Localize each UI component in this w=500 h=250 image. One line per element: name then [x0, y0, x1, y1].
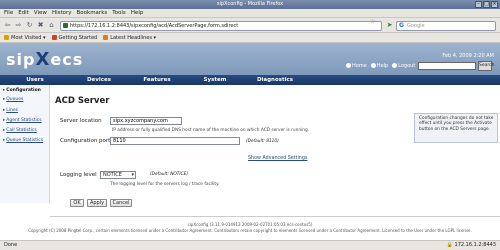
page-title: ACD Server [55, 96, 110, 106]
info-note: Configuration changes do not take effect… [414, 113, 498, 143]
config-port-label: Configuration port [60, 138, 111, 144]
logging-level-select[interactable]: NOTICE ▾ [100, 171, 136, 179]
back-icon[interactable]: ⇦ [3, 21, 12, 30]
app-search-button[interactable]: Search [478, 61, 494, 71]
server-location-hint: IP address or fully qualified DNS host n… [112, 128, 310, 133]
logging-level-default: (Default: NOTICE) [150, 172, 189, 177]
window-controls: – □ × [475, 1, 498, 8]
status-text: Done [4, 242, 18, 248]
rss-icon [103, 35, 109, 40]
menu-bar: File Edit View History Bookmarks Tools H… [0, 9, 500, 18]
config-port-input[interactable] [110, 137, 240, 145]
url-text: https://172.16.1.2:8443/sipxconfig/acd/A… [70, 23, 239, 29]
menu-history[interactable]: History [52, 10, 72, 16]
menu-bookmarks[interactable]: Bookmarks [77, 10, 108, 16]
sipxecs-logo: sipXecs [6, 49, 84, 70]
google-icon[interactable]: G [399, 22, 404, 30]
header-link-help[interactable]: Help [370, 63, 388, 69]
bookmark-folder-icon [4, 35, 9, 40]
dropdown-arrow-icon: ▾ [131, 172, 134, 178]
tab-features[interactable]: Features [128, 75, 186, 85]
sidebar-item-agent-statistics[interactable]: Agent Statistics [3, 118, 41, 123]
web-search-input[interactable]: G Google [396, 21, 496, 31]
navigation-toolbar: ⇦ ⇨ ↻ ✖ ⌂ https://172.16.1.2:8443/sipxco… [0, 18, 500, 33]
main-tabs: Users Devices Features System Diagnostic… [0, 75, 500, 85]
bookmark-getting-started[interactable]: Getting Started [51, 35, 97, 41]
site-favicon-icon [63, 23, 68, 28]
show-advanced-settings-link[interactable]: Show Advanced Settings [248, 156, 307, 161]
logout-icon [392, 63, 398, 68]
sidebar-item-configuration[interactable]: Configuration [3, 88, 41, 93]
menu-view[interactable]: View [34, 10, 47, 16]
logging-level-value: NOTICE [103, 172, 122, 178]
header-links: Home Help Logout [346, 63, 415, 69]
sidebar-item-queues[interactable]: Queues [3, 97, 23, 102]
menu-tools[interactable]: Tools [112, 10, 126, 16]
help-icon [370, 63, 376, 68]
server-location-label: Server location [60, 118, 102, 124]
menu-file[interactable]: File [4, 10, 13, 16]
maximize-icon[interactable]: □ [483, 1, 490, 8]
home-icon[interactable]: ⌂ [47, 21, 56, 30]
home-icon [346, 63, 351, 68]
status-host: 🔒 172.16.1.2:8443 [446, 242, 496, 248]
bookmark-star-icon[interactable]: ☆ [370, 18, 375, 25]
lock-icon: 🔒 [446, 242, 453, 248]
web-search-placeholder: Google [407, 23, 425, 29]
sidebar-item-queue-statistics[interactable]: Queue Statistics [3, 138, 43, 143]
window-title-bar: sipXconfig - Mozilla Firefox [0, 0, 500, 9]
tab-devices[interactable]: Devices [70, 75, 128, 85]
app-search-input[interactable] [418, 62, 476, 70]
config-port-default: (Default: 8110) [246, 139, 279, 144]
server-location-input[interactable] [110, 117, 182, 125]
go-arrow-icon[interactable]: ➤ [385, 21, 394, 31]
menu-help[interactable]: Help [131, 10, 144, 16]
window-title: sipXconfig - Mozilla Firefox [216, 1, 284, 7]
tab-system[interactable]: System [186, 75, 244, 85]
footer-version: sipXconfig (3.11.9-014913 2009-02-02T01:… [187, 222, 313, 227]
url-bar[interactable]: https://172.16.1.2:8443/sipxconfig/acd/A… [60, 21, 382, 31]
footer-divider [50, 216, 500, 217]
ok-button[interactable]: OK [70, 199, 84, 207]
header-link-home[interactable]: Home [346, 63, 367, 69]
status-bar: Done 🔒 172.16.1.2:8443 [0, 240, 500, 250]
bookmark-most-visited[interactable]: Most Visited ▾ [4, 35, 46, 41]
tab-users[interactable]: Users [0, 75, 70, 85]
minimize-icon[interactable]: – [475, 1, 482, 8]
sidebar-item-lines[interactable]: Lines [3, 108, 18, 113]
bookmark-page-icon [51, 35, 57, 40]
sidebar-item-call-statistics[interactable]: Call Statistics [3, 128, 36, 133]
header-date: Feb 4, 2009 2:20 AM [442, 53, 494, 59]
apply-button[interactable]: Apply [87, 199, 107, 207]
reload-icon[interactable]: ↻ [25, 21, 34, 30]
menu-edit[interactable]: Edit [18, 10, 29, 16]
bookmark-latest-headlines[interactable]: Latest Headlines ▾ [103, 35, 156, 41]
stop-icon[interactable]: ✖ [36, 21, 45, 30]
header-link-logout[interactable]: Logout [392, 63, 415, 69]
footer-copyright: Copyright (C) 2008 Pingtel Corp., certai… [28, 228, 472, 233]
logging-level-label: Logging level [60, 172, 97, 178]
bookmarks-toolbar: Most Visited ▾ Getting Started Latest He… [0, 33, 500, 43]
tab-diagnostics[interactable]: Diagnostics [244, 75, 306, 85]
close-icon[interactable]: × [491, 1, 498, 8]
logging-level-hint: The logging level for the servers log / … [110, 182, 220, 187]
forward-icon[interactable]: ⇨ [14, 21, 23, 30]
sidebar: Configuration Queues Lines Agent Statist… [0, 85, 50, 203]
cancel-button[interactable]: Cancel [110, 199, 132, 207]
